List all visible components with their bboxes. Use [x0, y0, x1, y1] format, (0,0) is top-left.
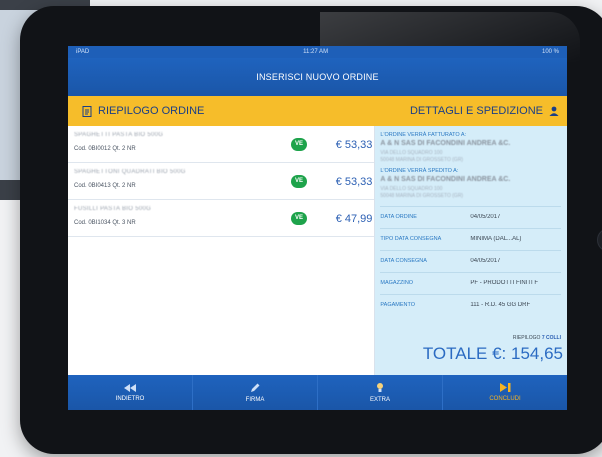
- rewind-icon: [124, 383, 136, 392]
- lightbulb-icon: [377, 383, 383, 392]
- item-name: SPAGHETTI PASTA BIO 500G: [74, 132, 164, 138]
- billed-label: L'ORDINE VERRÀ FATTURATO A:: [380, 132, 467, 138]
- order-items-list: SPAGHETTI PASTA BIO 500G Cod. 0BI0012 Qt…: [68, 126, 376, 375]
- item-code: Cod. 0BI1034 Qt. 3 NR: [74, 220, 136, 226]
- shipped-label: L'ORDINE VERRÀ SPEDITO A:: [380, 168, 459, 174]
- item-name: FUSILLI PASTA BIO 500G: [74, 206, 152, 212]
- detail-key: TIPO DATA CONSEGNA: [380, 236, 442, 242]
- tab-riepilogo-ordine[interactable]: RIEPILOGO ORDINE: [82, 105, 204, 117]
- firma-label: FIRMA: [245, 396, 265, 403]
- riepilogo-summary: RIEPILOGO 7 COLLI: [513, 335, 561, 341]
- bottom-toolbar: INDIETRO FIRMA EXTRA CONCLUDI: [68, 375, 567, 410]
- tab-dettagli-spedizione[interactable]: DETTAGLI E SPEDIZIONE: [410, 105, 559, 117]
- concludi-label: CONCLUDI: [489, 396, 521, 402]
- detail-row-data-consegna[interactable]: DATA CONSEGNA 04/05/2017: [380, 250, 561, 273]
- status-bar: iPAD 11:27 AM 100 %: [68, 46, 567, 58]
- item-price: € 53,33: [335, 139, 373, 151]
- list-item[interactable]: SPAGHETTONI QUADRATI BIO 500G Cod. 0BI04…: [68, 163, 375, 200]
- skip-forward-icon: [499, 383, 510, 392]
- billed-address-line2: 50048 MARINA DI GROSSETO (GR): [380, 157, 464, 163]
- app-screen: iPAD 11:27 AM 100 % INSERISCI NUOVO ORDI…: [68, 46, 567, 410]
- item-badge: VE: [291, 175, 307, 188]
- detail-value: 04/05/2017: [470, 258, 501, 264]
- detail-row-data-ordine: DATA ORDINE 04/05/2017: [380, 206, 561, 229]
- billed-name: A & N SAS DI FACONDINI ANDREA &C.: [380, 140, 511, 147]
- carrier-label: iPAD: [76, 49, 90, 55]
- extra-button[interactable]: EXTRA: [318, 375, 443, 410]
- item-code: Cod. 0BI0413 Qt. 2 NR: [74, 183, 136, 189]
- item-badge: VE: [291, 212, 307, 225]
- riepilogo-value: 7 COLLI: [541, 335, 561, 341]
- battery-label: 100 %: [541, 49, 559, 55]
- section-right-label: DETTAGLI E SPEDIZIONE: [409, 105, 543, 117]
- firma-button[interactable]: FIRMA: [193, 375, 318, 410]
- detail-value: 111 - R.D. 45 GG DRF: [470, 302, 531, 308]
- item-code: Cod. 0BI0012 Qt. 2 NR: [74, 146, 136, 152]
- detail-key: DATA CONSEGNA: [380, 258, 427, 264]
- document-icon: [82, 105, 92, 117]
- main-content: SPAGHETTI PASTA BIO 500G Cod. 0BI0012 Qt…: [68, 126, 567, 375]
- riepilogo-label: RIEPILOGO: [512, 335, 541, 341]
- shipped-address-line1: VIA DELLO SQUADRO 100: [380, 186, 443, 192]
- item-badge: VE: [291, 138, 307, 151]
- item-price: € 47,99: [335, 213, 373, 225]
- detail-value: MINIMA (DAL...AL): [470, 236, 522, 242]
- billed-address-line1: VIA DELLO SQUADRO 100: [380, 150, 443, 156]
- list-item[interactable]: SPAGHETTI PASTA BIO 500G Cod. 0BI0012 Qt…: [68, 126, 375, 163]
- back-label: INDIETRO: [115, 395, 145, 402]
- detail-row-tipo-data-consegna[interactable]: TIPO DATA CONSEGNA MINIMA (DAL...AL): [380, 228, 561, 251]
- detail-key: DATA ORDINE: [380, 214, 417, 220]
- detail-value: 04/05/2017: [470, 214, 501, 220]
- back-button[interactable]: INDIETRO: [68, 375, 193, 410]
- pen-icon: [251, 383, 260, 392]
- section-header: RIEPILOGO ORDINE DETTAGLI E SPEDIZIONE: [68, 96, 567, 126]
- section-left-label: RIEPILOGO ORDINE: [98, 105, 205, 117]
- home-button-icon[interactable]: [597, 228, 602, 252]
- list-item[interactable]: FUSILLI PASTA BIO 500G Cod. 0BI1034 Qt. …: [68, 200, 375, 237]
- order-details-panel: L'ORDINE VERRÀ FATTURATO A: A & N SAS DI…: [375, 126, 567, 375]
- detail-key: PAGAMENTO: [380, 302, 416, 308]
- shipped-address-line2: 50048 MARINA DI GROSSETO (GR): [380, 193, 464, 199]
- item-price: € 53,33: [335, 176, 373, 188]
- detail-row-magazzino[interactable]: MAGAZZINO PF - PRODOTTI FINITI F: [380, 272, 561, 295]
- detail-value: PF - PRODOTTI FINITI F: [470, 280, 539, 286]
- concludi-button[interactable]: CONCLUDI: [443, 375, 567, 410]
- detail-row-pagamento[interactable]: PAGAMENTO 111 - R.D. 45 GG DRF: [380, 294, 561, 317]
- item-name: SPAGHETTONI QUADRATI BIO 500G: [74, 169, 186, 175]
- user-icon: [549, 106, 559, 116]
- order-total: TOTALE €: 154,65: [422, 344, 563, 363]
- clock: 11:27 AM: [303, 49, 329, 55]
- page-title: INSERISCI NUOVO ORDINE: [68, 58, 567, 96]
- shipped-name: A & N SAS DI FACONDINI ANDREA &C.: [380, 176, 511, 183]
- extra-label: EXTRA: [369, 397, 390, 403]
- detail-key: MAGAZZINO: [380, 280, 414, 286]
